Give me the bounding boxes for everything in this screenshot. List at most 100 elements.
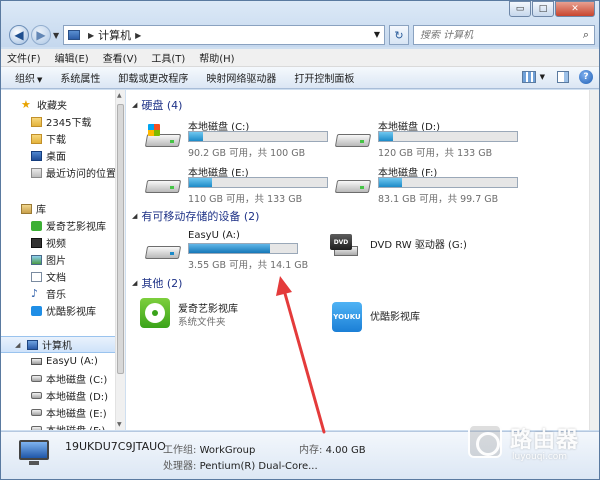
drive-name: DVD RW 驱动器 (G:) (370, 240, 467, 251)
sidebar-scrollbar[interactable]: ▲ ▼ (115, 90, 125, 430)
sidebar-item-youku-library[interactable]: 优酷影视库 (1, 302, 115, 319)
sidebar-item-recent-places[interactable]: 最近访问的位置 (1, 164, 115, 181)
back-button[interactable]: ◀ (9, 25, 29, 45)
change-view-icon[interactable] (521, 71, 536, 83)
collapse-icon[interactable]: ◢ (132, 101, 137, 109)
navigation-pane: ★ 收藏夹 2345下载 下载 桌面 最近访问的位置 库 爱奇艺影视库 视频 图片… (1, 90, 115, 430)
watermark: 路由器 luyouqi.com (468, 420, 596, 472)
toolbar-right: ▼ ? (521, 70, 593, 84)
sidebar-item-downloads[interactable]: 下载 (1, 130, 115, 147)
sidebar-item-pictures[interactable]: 图片 (1, 251, 115, 268)
drive-d[interactable]: 本地磁盘 (D:) 120 GB 可用，共 133 GB (330, 118, 520, 160)
dvd-logo: DVD (330, 234, 352, 250)
group-header-other[interactable]: ◢ 其他 (2) (132, 276, 182, 290)
sidebar-item-documents[interactable]: 文档 (1, 268, 115, 285)
usage-bar (188, 177, 328, 188)
sidebar-item-drive-e[interactable]: 本地磁盘 (E:) (1, 404, 115, 421)
menu-file[interactable]: 文件(F) (7, 50, 41, 65)
youku-icon: YOUKU (332, 302, 362, 332)
video-icon (31, 237, 42, 248)
youku-library-item[interactable]: YOUKU 优酷影视库 (324, 300, 524, 340)
address-bar[interactable]: ▶ 计算机 ▶ ▼ (63, 25, 385, 45)
sidebar-item-label: 最近访问的位置 (46, 169, 115, 180)
minimize-button[interactable]: ▭ (509, 1, 531, 17)
sidebar-item-iqiyi-library[interactable]: 爱奇艺影视库 (1, 217, 115, 234)
scrollbar-thumb[interactable] (117, 104, 124, 374)
favorites-group: ★ 收藏夹 2345下载 下载 桌面 最近访问的位置 (1, 96, 115, 181)
sidebar-item-drive-d[interactable]: 本地磁盘 (D:) (1, 387, 115, 404)
organize-button[interactable]: 组织 ▼ (15, 70, 42, 85)
system-properties-button[interactable]: 系统属性 (60, 70, 100, 85)
sidebar-item-libraries[interactable]: 库 (1, 200, 115, 217)
sidebar-item-desktop[interactable]: 桌面 (1, 147, 115, 164)
sidebar-item-drive-f[interactable]: 本地磁盘 (F:) (1, 421, 115, 430)
usage-bar-fill (379, 132, 393, 141)
sidebar-item-label: 2345下载 (46, 118, 92, 129)
title-bar: ▭ □ ✕ ◀ ▶ ▼ ▶ 计算机 ▶ ▼ ↻ ⌕ (1, 1, 599, 47)
drive-e[interactable]: 本地磁盘 (E:) 110 GB 可用，共 133 GB (140, 164, 330, 206)
group-title: 有可移动存储的设备 (2) (141, 210, 260, 223)
star-icon: ★ (21, 97, 31, 111)
close-button[interactable]: ✕ (555, 1, 595, 17)
chevron-down-icon[interactable]: ◢ (15, 341, 23, 349)
sidebar-item-videos[interactable]: 视频 (1, 234, 115, 251)
breadcrumb-separator-icon[interactable]: ▶ (88, 31, 94, 40)
menu-tools[interactable]: 工具(T) (151, 50, 185, 65)
sidebar-item-favorites[interactable]: ★ 收藏夹 (1, 96, 115, 113)
search-box[interactable]: ⌕ (413, 25, 595, 45)
iqiyi-library-item[interactable]: 爱奇艺影视库 系统文件夹 (132, 296, 332, 336)
content-scrollbar[interactable] (589, 90, 599, 430)
sidebar-item-label: 本地磁盘 (C:) (46, 375, 108, 386)
youku-logo-text: YOUKU (333, 313, 361, 321)
search-input[interactable] (420, 29, 570, 41)
drive-f[interactable]: 本地磁盘 (F:) 83.1 GB 可用，共 99.7 GB (330, 164, 520, 206)
breadcrumb-separator-icon[interactable]: ▶ (135, 31, 141, 40)
arrow-left-icon: ◀ (14, 28, 24, 42)
search-icon[interactable]: ⌕ (583, 28, 589, 42)
desktop-icon (31, 150, 42, 161)
windows-drive-icon (144, 124, 182, 148)
scroll-up-icon[interactable]: ▲ (117, 92, 122, 99)
drive-space-info: 110 GB 可用，共 133 GB (188, 194, 303, 205)
sidebar-item-drive-c[interactable]: 本地磁盘 (C:) (1, 370, 115, 387)
usb-drive-icon (144, 238, 182, 260)
memory-label: 内存: (299, 445, 323, 456)
view-options-dropdown-icon[interactable]: ▼ (540, 73, 545, 81)
drive-g-dvd[interactable]: DVD DVD RW 驱动器 (G:) (322, 230, 512, 272)
group-header-removable[interactable]: ◢ 有可移动存储的设备 (2) (132, 209, 259, 223)
uninstall-program-button[interactable]: 卸载或更改程序 (118, 70, 188, 85)
menu-view[interactable]: 查看(V) (103, 50, 138, 65)
map-network-drive-button[interactable]: 映射网络驱动器 (206, 70, 276, 85)
memory-value: 4.00 GB (325, 445, 366, 456)
router-logo-icon (468, 424, 502, 458)
menu-help[interactable]: 帮助(H) (199, 50, 234, 65)
breadcrumb-computer[interactable]: 计算机 (98, 27, 131, 43)
scroll-down-icon[interactable]: ▼ (117, 421, 122, 428)
usage-bar-fill (189, 178, 213, 187)
collapse-icon[interactable]: ◢ (132, 212, 137, 220)
drive-a-easyu[interactable]: EasyU (A:) 3.55 GB 可用，共 14.1 GB (140, 230, 330, 272)
sidebar-item-music[interactable]: ♪ 音乐 (1, 285, 115, 302)
sidebar-item-2345-download[interactable]: 2345下载 (1, 113, 115, 130)
forward-button[interactable]: ▶ (31, 25, 51, 45)
menu-edit[interactable]: 编辑(E) (55, 50, 89, 65)
maximize-button[interactable]: □ (532, 1, 554, 17)
music-note-icon: ♪ (31, 286, 39, 300)
help-icon[interactable]: ? (579, 70, 593, 84)
content-pane: ◢ 硬盘 (4) 本地磁盘 (C:) 90.2 GB 可用，共 100 GB 本地… (126, 90, 589, 430)
recent-pages-dropdown[interactable]: ▼ (53, 31, 59, 40)
address-dropdown-icon[interactable]: ▼ (374, 30, 380, 39)
sidebar-item-computer[interactable]: ◢ 计算机 (1, 336, 115, 353)
workgroup-label: 工作组: (163, 445, 197, 456)
refresh-button[interactable]: ↻ (389, 25, 409, 45)
youku-icon (31, 305, 42, 316)
open-control-panel-button[interactable]: 打开控制面板 (294, 70, 354, 85)
recent-places-icon (31, 167, 42, 178)
sidebar-item-label: 音乐 (46, 290, 66, 301)
collapse-icon[interactable]: ◢ (132, 279, 137, 287)
drive-c[interactable]: 本地磁盘 (C:) 90.2 GB 可用，共 100 GB (140, 118, 330, 160)
dvd-drive-icon: DVD (330, 234, 360, 258)
group-header-hard-disks[interactable]: ◢ 硬盘 (4) (132, 98, 182, 112)
preview-pane-icon[interactable] (557, 71, 569, 83)
sidebar-item-drive-a[interactable]: EasyU (A:) (1, 353, 115, 370)
